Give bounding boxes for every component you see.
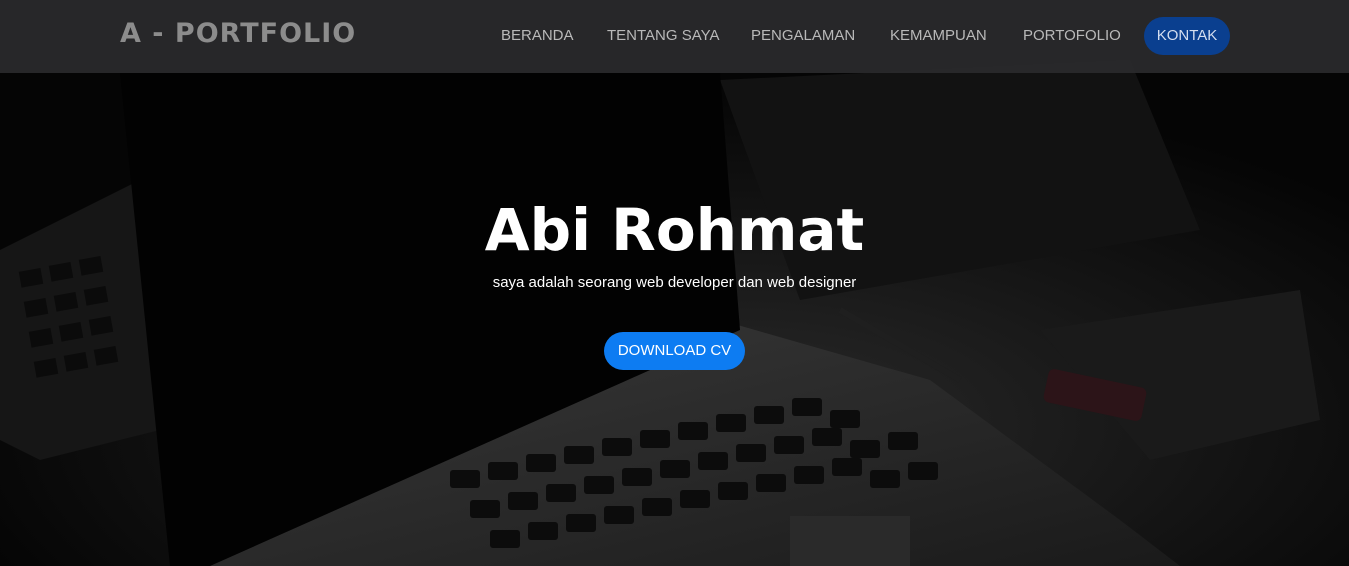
brand-logo[interactable]: A - PORTFOLIO: [120, 18, 356, 49]
top-navbar: A - PORTFOLIO BERANDA TENTANG SAYA PENGA…: [0, 0, 1349, 73]
hero-subtitle: saya adalah seorang web developer dan we…: [492, 274, 857, 291]
hero-title: Abi Rohmat: [484, 196, 865, 264]
download-cv-button[interactable]: DOWNLOAD CV: [604, 332, 745, 370]
nav-link-portofolio[interactable]: PORTOFOLIO: [1023, 27, 1121, 44]
nav-link-pengalaman[interactable]: PENGALAMAN: [751, 27, 855, 44]
nav-link-tentang-saya[interactable]: TENTANG SAYA: [607, 27, 720, 44]
nav-link-beranda[interactable]: BERANDA: [501, 27, 574, 44]
nav-link-kontak[interactable]: KONTAK: [1144, 17, 1230, 55]
hero-section: Abi Rohmat saya adalah seorang web devel…: [0, 190, 1349, 292]
nav-link-kemampuan[interactable]: KEMAMPUAN: [890, 27, 987, 44]
